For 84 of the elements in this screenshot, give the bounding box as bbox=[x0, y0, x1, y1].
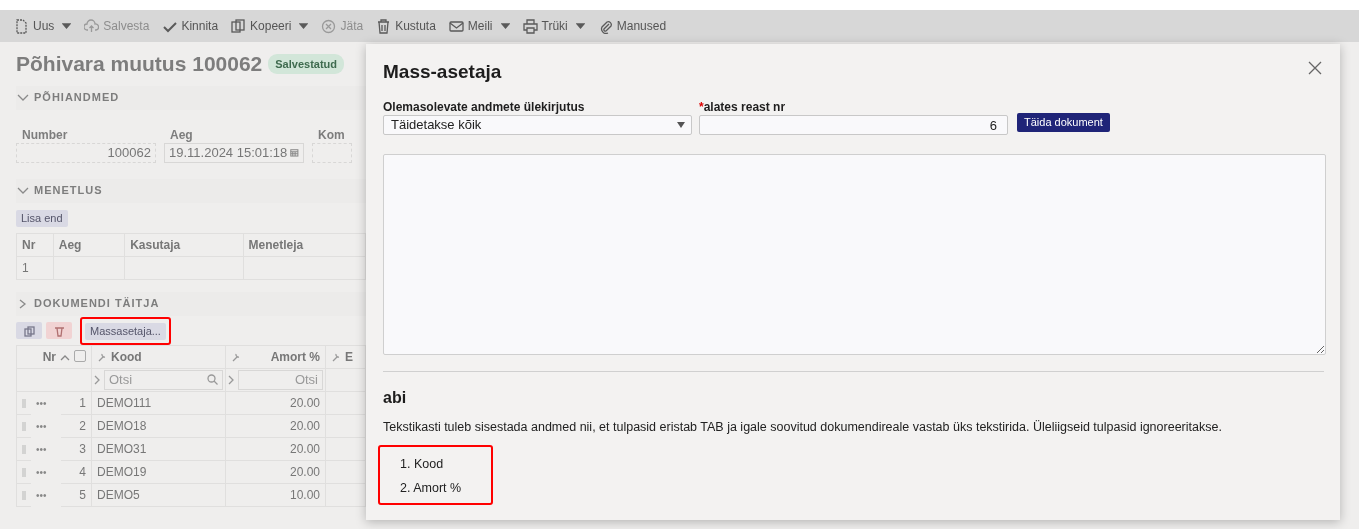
table-cell: DEMO31 bbox=[91, 437, 226, 460]
table-cell: DEMO111 bbox=[91, 391, 226, 414]
row-number: 2 bbox=[61, 414, 92, 437]
help-text: Tekstikasti tuleb sisestada andmed nii, et tulpasid eristab TAB ja igale soovitud dokumendireale vastab üks tekstirida. Üleliigseid tulpasid ignoreeritakse. bbox=[383, 419, 1223, 436]
page-title: Põhivara muutus 100062 bbox=[16, 51, 263, 77]
search-field[interactable]: Otsi bbox=[104, 369, 223, 390]
list-item: 2. Amort % bbox=[400, 479, 462, 497]
row-menu[interactable]: ••• bbox=[36, 489, 47, 501]
row-number: 5 bbox=[61, 483, 92, 506]
select-field[interactable]: Täidetakse kõik bbox=[383, 115, 692, 135]
table-cell: 20.00 bbox=[225, 414, 326, 437]
wrench-icon bbox=[97, 351, 107, 362]
calendar-icon bbox=[290, 147, 299, 158]
table-cell: 20.00 bbox=[225, 391, 326, 414]
cloud-upload-icon bbox=[84, 18, 100, 34]
section-heading[interactable]: MENETLUS bbox=[34, 182, 103, 199]
row-menu[interactable]: ••• bbox=[36, 420, 47, 432]
caret-icon bbox=[575, 23, 585, 29]
section-heading[interactable]: PÕHIANDMED bbox=[34, 89, 120, 106]
toolbar-button[interactable]: Manused bbox=[597, 17, 667, 35]
toolbar-button[interactable]: Kinnita bbox=[162, 17, 219, 35]
table-cell: DEMO5 bbox=[91, 483, 226, 506]
caret-icon bbox=[500, 23, 510, 29]
row-number: 3 bbox=[61, 437, 92, 460]
field-label: Number bbox=[22, 126, 69, 143]
table-cell: 1 bbox=[16, 256, 54, 279]
add-button[interactable]: Lisa end bbox=[16, 209, 68, 227]
toolbar-button[interactable]: Kopeeri bbox=[231, 17, 309, 35]
table-cell: 10.00 bbox=[225, 483, 326, 506]
search-icon bbox=[207, 374, 218, 385]
chevron-right-icon bbox=[94, 374, 100, 385]
wrench-icon bbox=[231, 351, 241, 362]
wrench-icon bbox=[331, 351, 341, 362]
dialog-title: Mass-asetaja bbox=[383, 60, 502, 84]
input-field[interactable]: 100062 bbox=[16, 142, 156, 163]
column-header: Menetleja bbox=[243, 233, 366, 256]
column-header[interactable]: Kood bbox=[111, 347, 142, 366]
field-label: Kom bbox=[318, 126, 346, 143]
fill-document-button[interactable]: Täida dokument bbox=[1017, 113, 1110, 132]
row-number: 4 bbox=[61, 460, 92, 483]
input-field[interactable]: 19.11.2024 15:01:18 bbox=[164, 142, 304, 163]
section-heading[interactable]: DOKUMENDI TÄITJA bbox=[34, 295, 160, 312]
row-menu[interactable]: ••• bbox=[36, 466, 47, 478]
column-header: Kasutaja bbox=[124, 233, 243, 256]
envelope-icon bbox=[448, 18, 464, 34]
trash-icon bbox=[53, 325, 65, 337]
row-number: 1 bbox=[61, 391, 92, 414]
close-icon bbox=[1308, 60, 1322, 75]
field-label: *alates reast nr bbox=[699, 99, 787, 115]
printer-icon bbox=[522, 18, 538, 34]
search-field[interactable]: Otsi bbox=[238, 369, 323, 390]
table-cell: 20.00 bbox=[225, 437, 326, 460]
help-heading: abi bbox=[383, 388, 408, 408]
checkbox[interactable] bbox=[74, 349, 86, 362]
table-cell: DEMO19 bbox=[91, 460, 226, 483]
delete-button[interactable] bbox=[46, 322, 72, 339]
column-header: Aeg bbox=[53, 233, 125, 256]
toolbar-button[interactable]: Uus bbox=[14, 17, 72, 35]
mass-setter-button[interactable]: Massasetaja... bbox=[85, 322, 166, 340]
table-cell: DEMO18 bbox=[91, 414, 226, 437]
caret-icon bbox=[62, 23, 72, 29]
status-badge: Salvestatud bbox=[268, 53, 345, 74]
column-header[interactable]: E bbox=[345, 347, 353, 366]
trash-icon bbox=[376, 18, 392, 34]
field-label: Olemasolevate andmete ülekirjutus bbox=[383, 99, 586, 115]
cancel-icon bbox=[321, 18, 337, 34]
list-item: 1. Kood bbox=[400, 455, 445, 473]
column-header: Nr bbox=[16, 233, 54, 256]
row-menu[interactable]: ••• bbox=[36, 397, 47, 409]
column-header[interactable]: Nr bbox=[42, 349, 56, 364]
copy-icon bbox=[23, 325, 35, 337]
caret-icon bbox=[299, 23, 309, 29]
toolbar-button[interactable]: Trüki bbox=[522, 17, 585, 35]
toolbar-button[interactable]: Kustuta bbox=[376, 17, 436, 35]
document-icon bbox=[14, 18, 29, 34]
chevron-right-icon bbox=[228, 374, 234, 385]
field-label: Aeg bbox=[170, 126, 194, 143]
table-cell: 20.00 bbox=[225, 460, 326, 483]
input-field[interactable]: 6 bbox=[699, 115, 1008, 135]
copy-button[interactable] bbox=[16, 322, 42, 339]
row-menu[interactable]: ••• bbox=[36, 443, 47, 455]
toolbar-button[interactable]: Meili bbox=[448, 17, 510, 35]
caret-icon bbox=[677, 122, 685, 128]
copy-icon bbox=[231, 18, 247, 34]
